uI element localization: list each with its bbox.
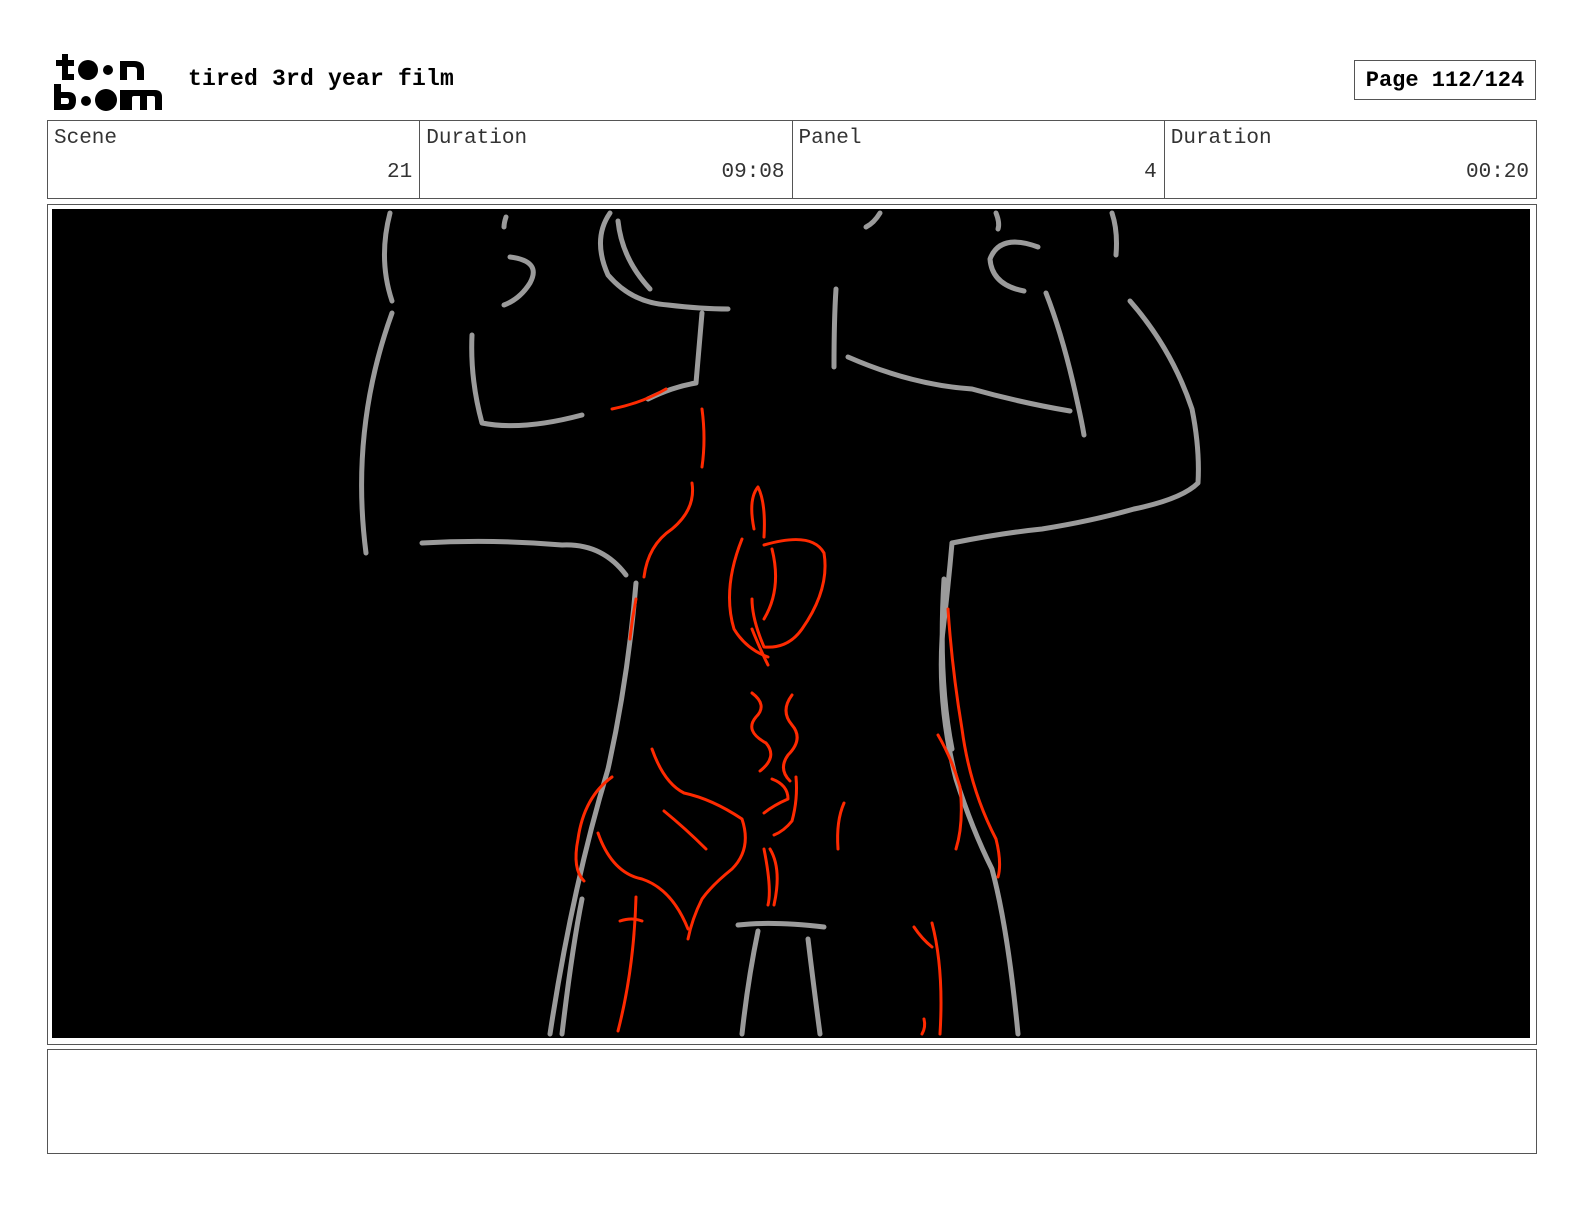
red-sketch-lines	[574, 387, 1002, 1036]
panel-value: 4	[1144, 161, 1157, 184]
scene-label: Scene	[54, 127, 118, 150]
scene-duration-cell: Duration 09:08	[420, 121, 793, 198]
page-number-box: Page 112/124	[1354, 60, 1536, 100]
storyboard-panel-image	[52, 209, 1530, 1038]
gray-body-outline	[359, 210, 1201, 1037]
scene-info-row: Scene 21 Duration 09:08 Panel 4 Duration…	[47, 120, 1537, 199]
scene-cell: Scene 21	[48, 121, 421, 198]
project-title: tired 3rd year film	[188, 66, 455, 92]
scene-duration-value: 09:08	[721, 161, 785, 184]
panel-label: Panel	[798, 127, 862, 150]
storyboard-panel-frame	[47, 204, 1537, 1045]
panel-duration-value: 00:20	[1465, 161, 1529, 184]
panel-cell: Panel 4	[793, 121, 1165, 198]
sketch-drawing	[359, 210, 1201, 1037]
scene-duration-label: Duration	[426, 127, 528, 150]
page-number: Page 112/124	[1365, 67, 1525, 93]
panel-duration-cell: Duration 00:20	[1165, 121, 1536, 198]
notes-box	[47, 1049, 1537, 1154]
scene-value: 21	[387, 161, 413, 184]
toon-boom-logo	[50, 52, 164, 112]
panel-duration-label: Duration	[1170, 127, 1272, 150]
